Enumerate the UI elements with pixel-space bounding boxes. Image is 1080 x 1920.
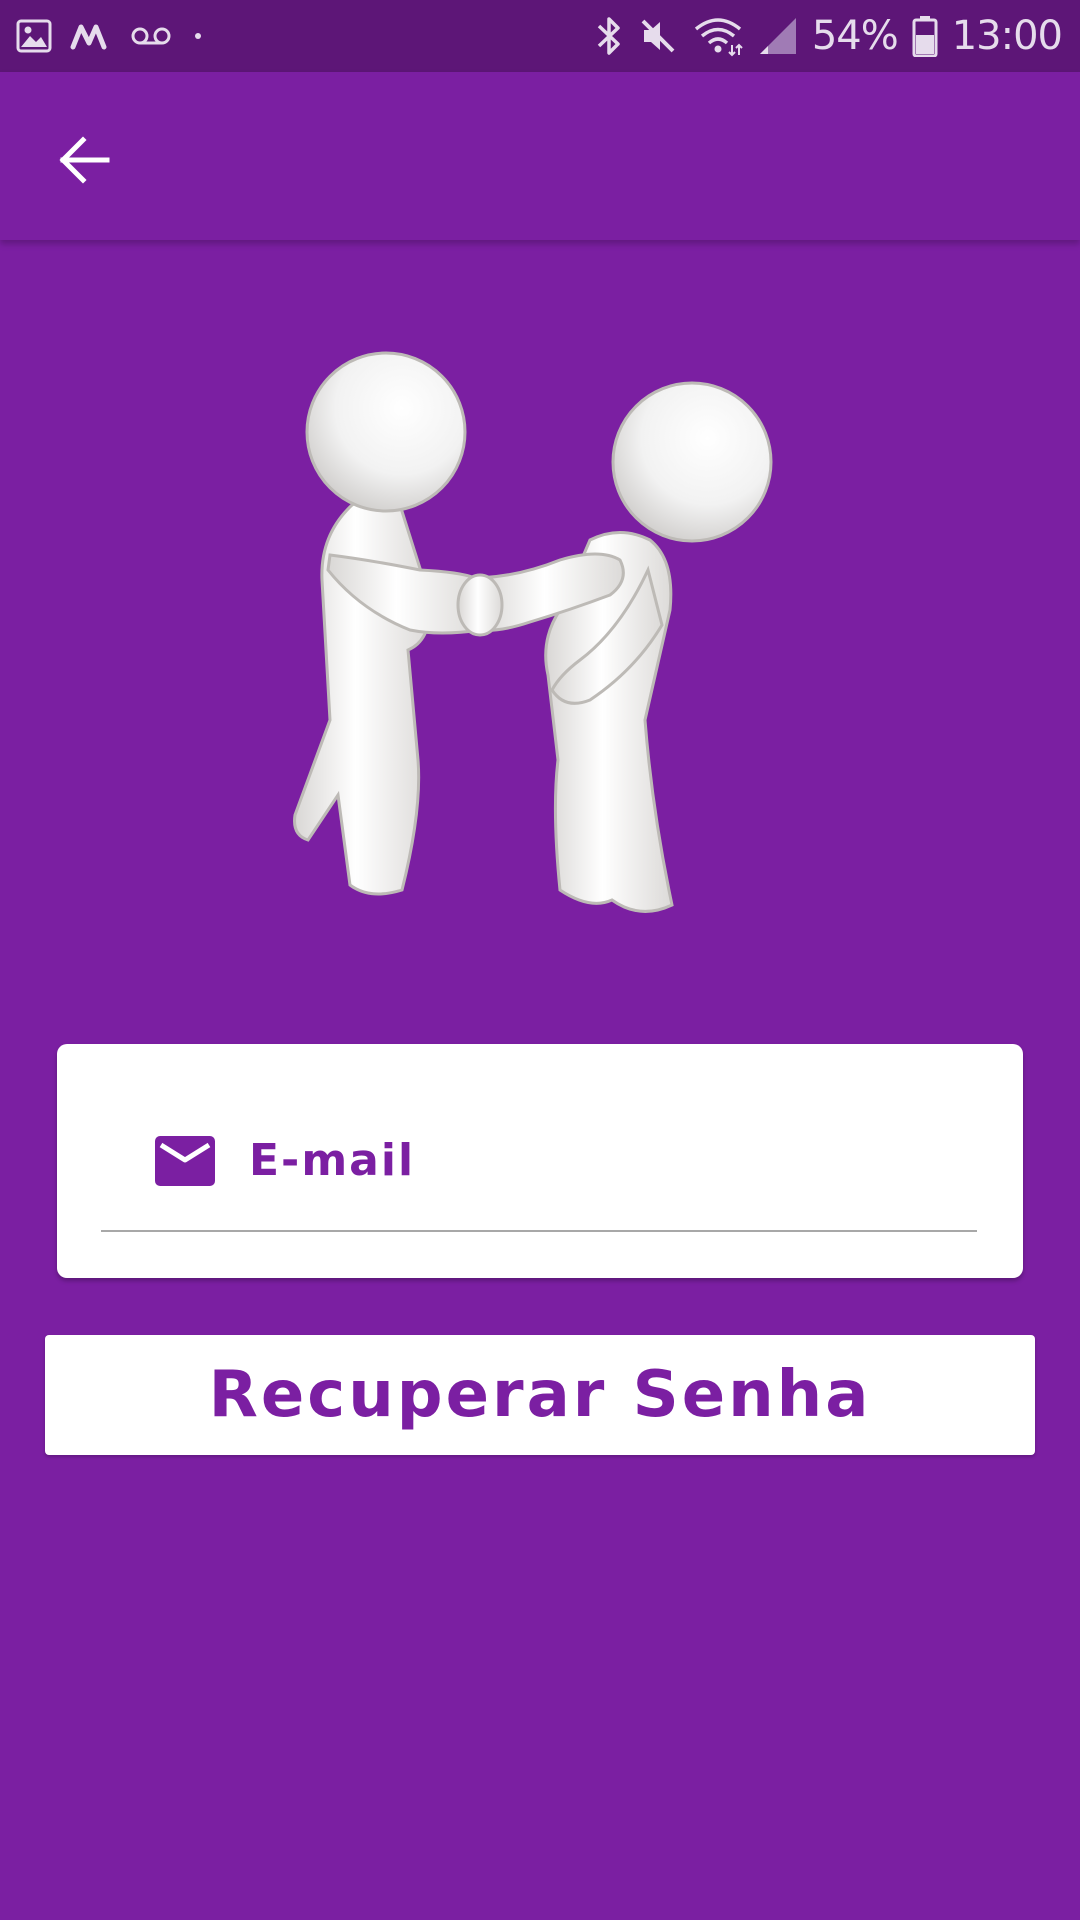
mail-icon — [155, 1136, 215, 1186]
email-underline — [101, 1230, 977, 1232]
clasped-hands — [456, 573, 504, 637]
arrow-back-icon — [59, 136, 110, 184]
email-input[interactable] — [247, 1124, 951, 1196]
bluetooth-icon — [597, 17, 620, 55]
mute-icon — [641, 19, 675, 53]
handshake-figures-icon — [293, 351, 773, 913]
back-button[interactable] — [40, 116, 128, 204]
status-left-icons — [16, 16, 206, 56]
app-bar — [0, 72, 1080, 240]
voicemail-icon — [131, 27, 171, 45]
dot-icon — [195, 33, 201, 39]
gallery-icon — [16, 19, 52, 53]
signal-icon — [759, 18, 796, 54]
status-time: 13:00 — [951, 13, 1063, 59]
recover-password-button[interactable]: Recuperar Senha — [45, 1335, 1035, 1455]
battery-icon — [912, 16, 938, 57]
status-right-icons: 54% 13:00 — [594, 8, 1063, 64]
email-card — [57, 1044, 1023, 1278]
recover-password-screen: 54% 13:00 E-mail Recuperar Senha — [0, 0, 1080, 1920]
right-figure — [478, 381, 773, 913]
battery-percent: 54% — [811, 13, 899, 59]
m-app-icon — [70, 24, 107, 50]
wifi-icon — [694, 18, 743, 57]
left-figure — [293, 351, 482, 896]
status-bar: 54% 13:00 — [0, 0, 1080, 72]
